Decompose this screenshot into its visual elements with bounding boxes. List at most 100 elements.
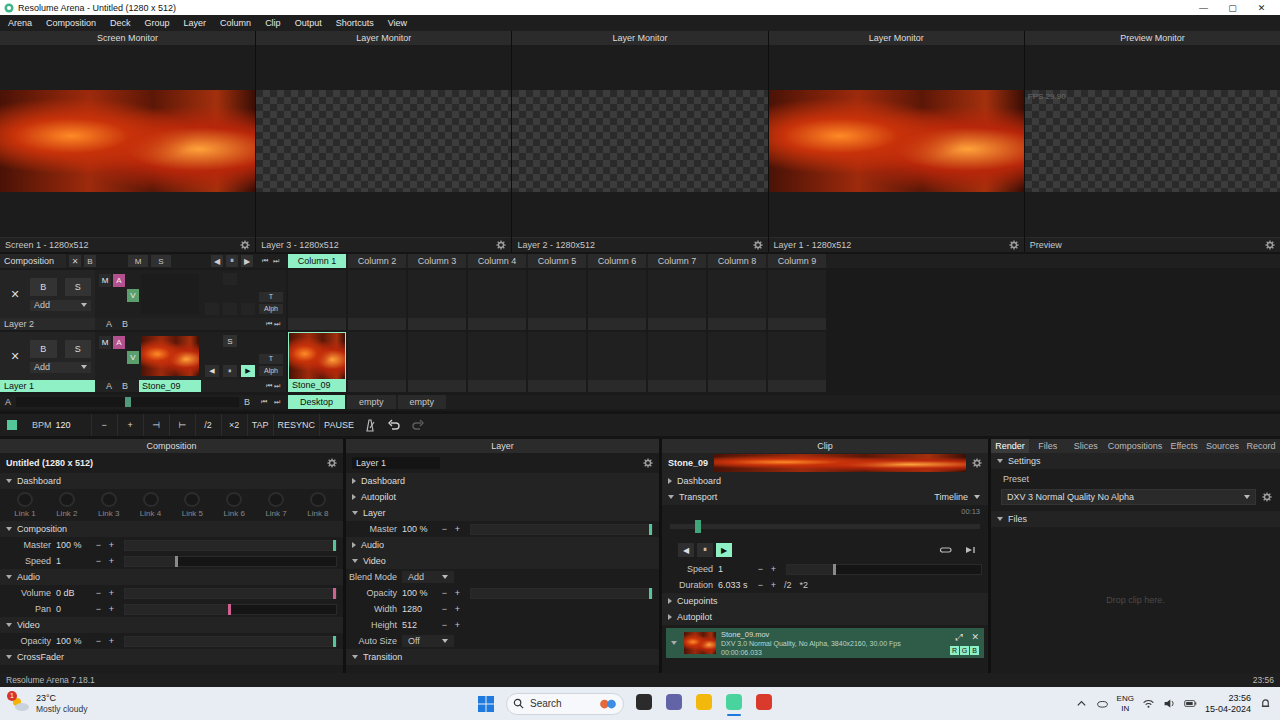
monitor-view[interactable]	[512, 45, 767, 237]
slider-handle[interactable]	[228, 604, 231, 615]
metronome-icon[interactable]	[363, 418, 377, 432]
layer-side-button[interactable]: Alph	[259, 304, 283, 314]
expand-arrow-icon[interactable]	[997, 459, 1003, 463]
expand-arrow-icon[interactable]	[668, 614, 672, 620]
section-header[interactable]: Transport Timeline	[662, 489, 988, 505]
layer-solo-button[interactable]: S	[223, 335, 237, 347]
menu-item[interactable]: Output	[288, 18, 329, 28]
windows-start-icon[interactable]	[476, 694, 496, 714]
taskbar-clock[interactable]: 23:5615-04-2024	[1205, 693, 1251, 715]
increment-button[interactable]: +	[451, 588, 464, 598]
timeline-slider[interactable]	[670, 524, 980, 529]
expand-arrow-icon[interactable]	[352, 542, 356, 548]
section-header[interactable]: Dashboard	[0, 473, 343, 489]
redo-icon[interactable]	[411, 418, 425, 432]
menu-item[interactable]: Arena	[1, 18, 39, 28]
knob-icon[interactable]	[184, 492, 200, 507]
preset-dropdown[interactable]: DXV 3 Normal Quality No Alpha	[1001, 489, 1256, 505]
bpm-button[interactable]: RESYNC	[273, 414, 320, 436]
composition-toggle[interactable]: S	[151, 255, 171, 267]
section-header[interactable]: Dashboard	[662, 473, 988, 489]
knob-icon[interactable]	[59, 492, 75, 507]
decrement-button[interactable]: −	[92, 588, 105, 598]
property-slider[interactable]	[124, 604, 337, 615]
panel-tab[interactable]: Effects	[1165, 439, 1203, 453]
expand-arrow-icon[interactable]	[352, 494, 356, 500]
transport-mode-dropdown[interactable]: Timeline	[934, 492, 980, 502]
playhead[interactable]	[695, 520, 701, 533]
expand-arrow-icon[interactable]	[997, 517, 1003, 521]
menu-item[interactable]: Column	[213, 18, 258, 28]
slider-handle[interactable]	[333, 588, 336, 599]
taskbar-app[interactable]	[724, 692, 744, 716]
crossfader-assign-button[interactable]: A	[106, 381, 112, 391]
bpm-button[interactable]: ×2	[221, 414, 247, 436]
expand-arrow-icon[interactable]	[6, 655, 12, 659]
composition-name[interactable]: Untitled (1280 x 512)	[6, 458, 93, 468]
slider-handle[interactable]	[333, 540, 336, 551]
layer-transport-button[interactable]: ▶	[241, 365, 255, 377]
increment-button[interactable]: +	[767, 580, 780, 590]
column-header[interactable]: Column 1	[288, 254, 346, 268]
layer-side-button[interactable]: Alph	[259, 366, 283, 376]
clip-cell[interactable]: Stone_09	[288, 332, 346, 392]
blend-mode-dropdown[interactable]: Add	[30, 362, 91, 373]
column-header[interactable]: Column 3	[408, 254, 466, 268]
file-drop-zone[interactable]: Drop clip here.	[991, 527, 1280, 673]
layer-name[interactable]: Layer 1	[0, 380, 95, 392]
input-language[interactable]: ENGIN	[1117, 694, 1134, 714]
layer-toggle[interactable]: V	[127, 289, 139, 302]
layer-toggle[interactable]: A	[113, 336, 125, 349]
clear-layer-button[interactable]: ✕	[0, 270, 30, 318]
increment-button[interactable]: +	[105, 540, 118, 550]
property-value[interactable]: 100 %	[56, 636, 92, 646]
layer-toggle[interactable]: V	[127, 351, 139, 364]
bpm-button[interactable]: −	[91, 414, 117, 436]
nav-button[interactable]: ⏮	[265, 382, 273, 390]
nav-button[interactable]: ⏭	[273, 320, 281, 328]
layer-bypass-solo-button[interactable]: B	[30, 278, 57, 296]
file-action-button[interactable]: ✕	[971, 632, 979, 643]
clip-cell[interactable]	[588, 270, 646, 330]
property-slider[interactable]	[786, 564, 982, 575]
undo-icon[interactable]	[387, 418, 401, 432]
clip-file[interactable]: Stone_09.mov DXV 3.0 Normal Quality, No …	[666, 628, 984, 658]
column-header[interactable]: Column 6	[588, 254, 646, 268]
expand-arrow-icon[interactable]	[352, 655, 358, 659]
decrement-button[interactable]: −	[92, 636, 105, 646]
panel-tab[interactable]: Files	[1029, 439, 1067, 453]
expand-arrow-icon[interactable]	[352, 511, 358, 515]
clip-cell[interactable]	[348, 270, 406, 330]
dashboard-link[interactable]: Link 8	[303, 492, 333, 518]
clip-cell[interactable]	[348, 332, 406, 392]
decrement-button[interactable]: −	[92, 604, 105, 614]
gear-icon[interactable]	[496, 240, 506, 250]
expand-arrow-icon[interactable]	[6, 479, 12, 483]
wifi-icon[interactable]	[1142, 698, 1155, 709]
layer-bypass-solo-button[interactable]: S	[65, 340, 92, 358]
decrement-button[interactable]: −	[438, 588, 451, 598]
gear-icon[interactable]	[327, 458, 337, 468]
decrement-button[interactable]: −	[438, 604, 451, 614]
increment-button[interactable]: +	[451, 620, 464, 630]
expand-arrow-icon[interactable]	[668, 598, 672, 604]
dashboard-link[interactable]: Link 3	[94, 492, 124, 518]
menu-item[interactable]: Deck	[103, 18, 138, 28]
layer-toggle[interactable]: M	[99, 274, 111, 287]
property-value[interactable]: 1	[56, 556, 92, 566]
window-control-button[interactable]: —	[1189, 0, 1218, 15]
clip-cell[interactable]	[588, 332, 646, 392]
layer-transport-button[interactable]: ◀	[205, 365, 219, 377]
nav-button[interactable]: ⏮	[260, 398, 268, 406]
gear-icon[interactable]	[972, 458, 982, 468]
increment-button[interactable]: +	[451, 604, 464, 614]
menu-item[interactable]: Composition	[39, 18, 103, 28]
deck-tab[interactable]: Desktop	[288, 395, 345, 409]
taskbar-app[interactable]	[754, 692, 774, 716]
property-value[interactable]: 1280	[402, 604, 438, 614]
decrement-button[interactable]: −	[92, 540, 105, 550]
dashboard-link[interactable]: Link 7	[261, 492, 291, 518]
layer-transport-button[interactable]: ⏸	[223, 365, 237, 377]
knob-icon[interactable]	[143, 492, 159, 507]
decrement-button[interactable]: −	[438, 620, 451, 630]
